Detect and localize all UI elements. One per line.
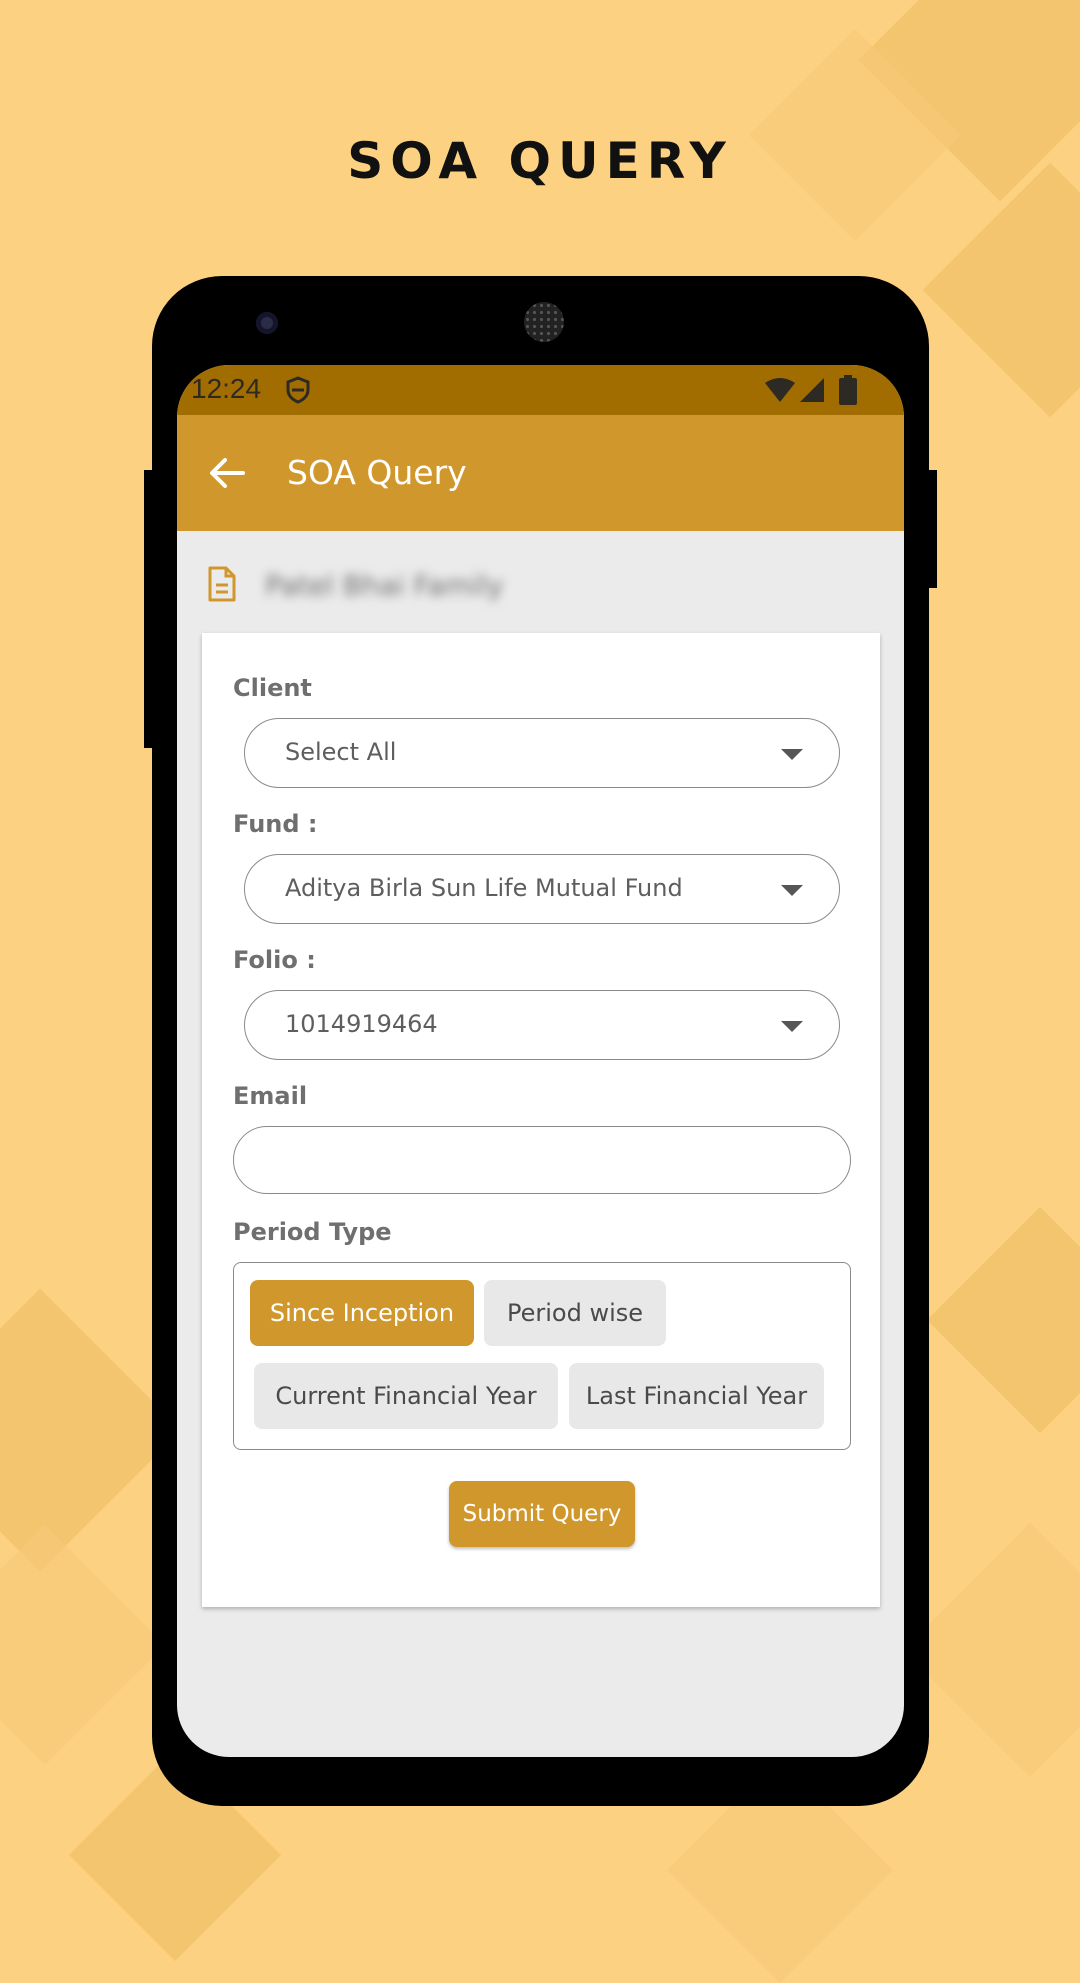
app-bar: SOA Query	[177, 415, 904, 531]
shield-icon	[286, 376, 310, 404]
soa-form-card: Client Select All Fund : Aditya Birla Su…	[202, 633, 880, 1607]
chevron-down-icon	[781, 749, 803, 760]
folio-label: Folio :	[233, 946, 316, 974]
client-select[interactable]: Select All	[244, 718, 840, 788]
period-option-period-wise[interactable]: Period wise	[484, 1280, 666, 1346]
background-pattern	[902, 1522, 1080, 1778]
status-bar: 12:24	[177, 365, 904, 415]
period-option-since-inception[interactable]: Since Inception	[250, 1280, 474, 1346]
battery-icon	[839, 375, 857, 405]
folio-select-value: 1014919464	[285, 1010, 438, 1038]
earpiece-speaker	[524, 302, 564, 342]
email-field[interactable]	[233, 1126, 851, 1194]
status-time: 12:24	[191, 373, 262, 404]
chevron-down-icon	[781, 1021, 803, 1032]
period-option-current-financial-year[interactable]: Current Financial Year	[254, 1363, 558, 1429]
fund-label: Fund :	[233, 810, 318, 838]
chevron-down-icon	[781, 885, 803, 896]
background-pattern	[0, 1524, 166, 1766]
period-type-group: Since Inception Period wise Current Fina…	[233, 1262, 851, 1450]
document-icon	[208, 566, 236, 602]
period-option-last-financial-year[interactable]: Last Financial Year	[569, 1363, 824, 1429]
fund-select[interactable]: Aditya Birla Sun Life Mutual Fund	[244, 854, 840, 924]
client-name: Patel Bhai Family	[265, 569, 504, 602]
promo-title: SOA QUERY	[347, 132, 733, 190]
background-pattern	[926, 1206, 1080, 1434]
arrow-left-icon[interactable]	[207, 453, 247, 493]
page-title: SOA Query	[287, 453, 467, 492]
signal-icon	[800, 378, 824, 402]
client-select-value: Select All	[285, 738, 397, 766]
wifi-icon	[765, 378, 795, 402]
fund-select-value: Aditya Birla Sun Life Mutual Fund	[285, 874, 683, 902]
background-pattern	[922, 162, 1080, 418]
period-type-label: Period Type	[233, 1218, 392, 1246]
client-label: Client	[233, 674, 312, 702]
folio-select[interactable]: 1014919464	[244, 990, 840, 1060]
app-screen: 12:24 SOA Query Patel Bhai Family Client	[177, 365, 904, 1757]
front-camera	[256, 312, 278, 334]
submit-query-button[interactable]: Submit Query	[449, 1481, 635, 1547]
email-label: Email	[233, 1082, 308, 1110]
